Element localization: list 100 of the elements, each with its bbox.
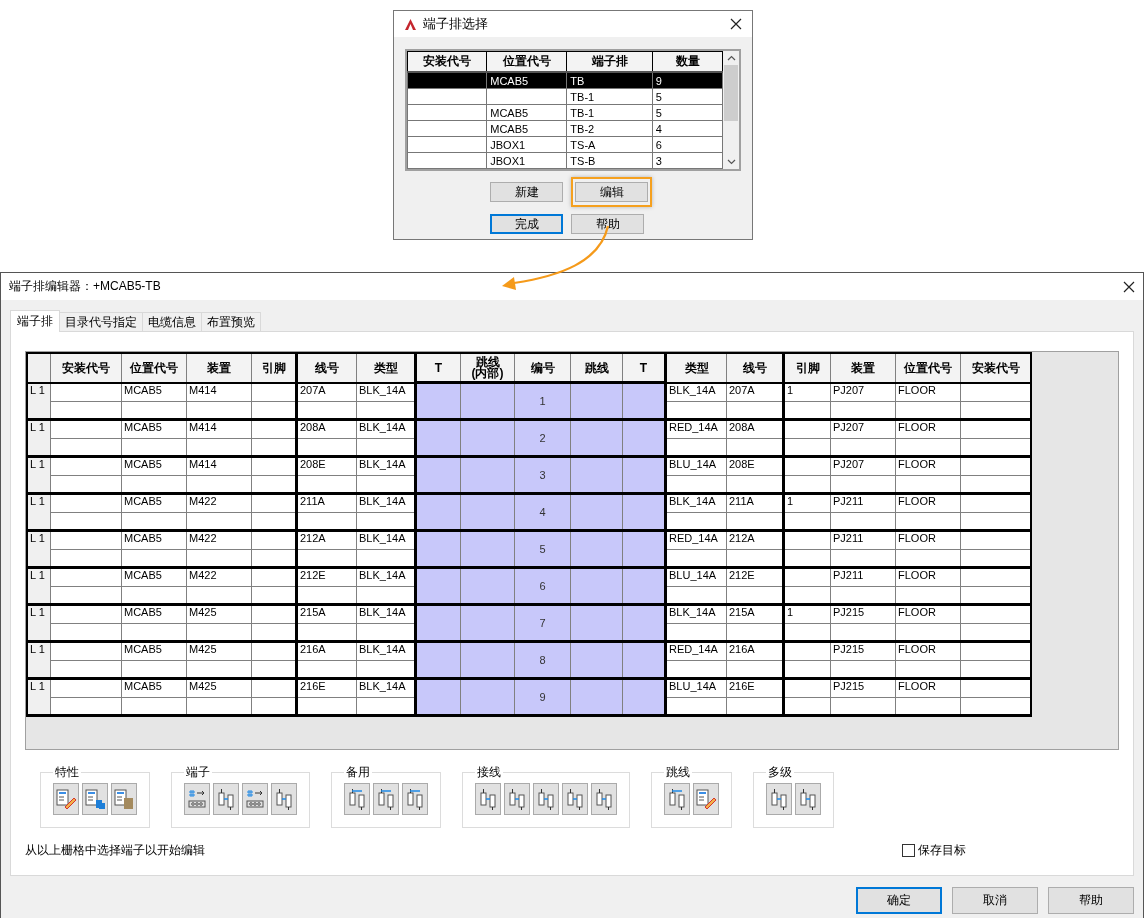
terminal-icon [346, 788, 368, 810]
group-label: 多级 [767, 764, 793, 781]
table-cell[interactable]: 5 [655, 90, 662, 103]
column-header: 装置 [207, 362, 231, 374]
dialog-button[interactable]: 编辑 [575, 182, 648, 202]
close-icon[interactable] [730, 18, 742, 30]
terminal-number[interactable]: 6 [539, 579, 546, 592]
dialog-button[interactable]: 帮助 [571, 214, 644, 234]
group-label: 备用 [345, 764, 371, 781]
terminal-number[interactable]: 4 [539, 505, 546, 518]
dialog-button[interactable]: 帮助 [1048, 887, 1134, 914]
table-cell[interactable]: 1 [787, 383, 794, 396]
toolbar-button[interactable] [693, 783, 719, 815]
paste-icon [113, 788, 135, 810]
tab[interactable]: 电缆信息 [142, 312, 202, 331]
toolbar-button[interactable] [766, 783, 792, 815]
toolbar-button[interactable] [111, 783, 137, 815]
terminal-icon [244, 788, 266, 810]
copy-icon [84, 788, 106, 810]
column-header: 端子排 [566, 51, 653, 72]
column-header: 位置代号 [130, 362, 178, 374]
terminal-number[interactable]: 1 [539, 394, 546, 407]
tab[interactable]: 布置预览 [201, 312, 261, 331]
scrollbar[interactable] [723, 51, 739, 169]
table-cell[interactable]: TB [570, 74, 585, 87]
table-cell[interactable]: 5 [655, 106, 662, 119]
terminal-number[interactable]: 7 [539, 616, 546, 629]
terminal-number[interactable]: 9 [539, 690, 546, 703]
toolbar-button[interactable] [184, 783, 210, 815]
terminal-number[interactable]: 2 [539, 431, 546, 444]
close-icon[interactable] [1123, 280, 1135, 293]
toolbar-button[interactable] [373, 783, 399, 815]
column-header: 线号 [742, 362, 767, 374]
toolbar-button[interactable] [53, 783, 79, 815]
window-title: 端子排编辑器：+MCAB5-TB [9, 278, 161, 295]
logo-icon [404, 17, 417, 31]
group-label: 接线 [476, 764, 502, 781]
column-header: 安装代号 [971, 362, 1020, 374]
column-header: 编号 [530, 362, 555, 374]
scroll-down-icon[interactable] [726, 159, 736, 165]
toolbar-button[interactable] [213, 783, 239, 815]
toolbar-button[interactable] [533, 783, 559, 815]
column-header: 位置代号 [486, 51, 567, 72]
column-header: 安装代号 [62, 362, 110, 374]
dialog-title: 端子排选择 [423, 15, 488, 33]
edit-icon [55, 788, 77, 810]
toolbar-button[interactable] [475, 783, 501, 815]
column-header: 跳线 (内部) [471, 356, 504, 379]
toolbar-button[interactable] [242, 783, 268, 815]
terminal-icon [215, 788, 237, 810]
status-text: 从以上栅格中选择端子以开始编辑 [25, 842, 205, 859]
toolbar-button[interactable] [271, 783, 297, 815]
terminal-icon [593, 788, 615, 810]
column-header: 线号 [315, 362, 339, 374]
column-header: 位置代号 [904, 362, 952, 374]
table-cell[interactable]: 1 [787, 494, 794, 507]
terminal-icon [404, 788, 426, 810]
dialog-button[interactable]: 新建 [490, 182, 563, 202]
toolbar-button[interactable] [402, 783, 428, 815]
toolbar-button[interactable] [591, 783, 617, 815]
terminal-icon [273, 788, 295, 810]
column-header: T [639, 362, 648, 374]
column-header: 数量 [652, 51, 723, 72]
column-header: 装置 [851, 362, 875, 374]
column-header: 引脚 [795, 362, 820, 374]
group-label: 特性 [54, 764, 80, 781]
column-header: 引脚 [261, 362, 286, 374]
column-header: 跳线 [584, 362, 609, 374]
group-label: 端子 [185, 764, 211, 781]
column-header: T [434, 362, 443, 374]
edit-icon [695, 788, 717, 810]
toolbar-button[interactable] [504, 783, 530, 815]
table-cell[interactable]: 9 [655, 74, 662, 87]
terminal-number[interactable]: 5 [539, 542, 546, 555]
column-header: 类型 [373, 362, 398, 374]
column-header: 类型 [684, 362, 709, 374]
column-header: 安装代号 [407, 51, 487, 72]
dialog-button[interactable]: 取消 [952, 887, 1038, 914]
dialog-button[interactable]: 确定 [856, 887, 942, 914]
table-cell[interactable]: 3 [655, 154, 662, 167]
terminal-icon [477, 788, 499, 810]
dialog-button[interactable]: 完成 [490, 214, 563, 234]
toolbar-button[interactable] [562, 783, 588, 815]
save-target-checkbox[interactable]: 保存目标 [902, 842, 966, 859]
terminal-icon [797, 788, 819, 810]
toolbar-button[interactable] [82, 783, 108, 815]
toolbar-button[interactable] [795, 783, 821, 815]
table-cell[interactable]: 4 [655, 122, 662, 135]
terminal-icon [535, 788, 557, 810]
table-cell[interactable]: 6 [655, 138, 662, 151]
toolbar-button[interactable] [664, 783, 690, 815]
scroll-up-icon[interactable] [726, 55, 736, 61]
terminal-number[interactable]: 8 [539, 653, 546, 666]
terminal-icon [666, 788, 688, 810]
toolbar-button[interactable] [344, 783, 370, 815]
terminal-number[interactable]: 3 [539, 468, 546, 481]
terminal-icon [186, 788, 208, 810]
table-cell[interactable]: 1 [787, 605, 794, 618]
tab[interactable]: 目录代号指定 [59, 312, 143, 331]
tab[interactable]: 端子排 [10, 310, 60, 332]
